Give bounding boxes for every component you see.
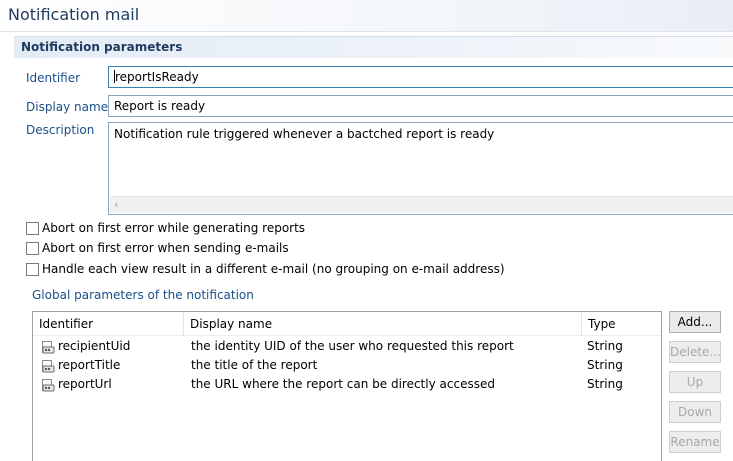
description-field[interactable]: Notification rule triggered whenever a b… xyxy=(108,122,733,215)
table-header: Identifier Display name Type xyxy=(33,312,661,336)
title-bar: Notification mail xyxy=(0,0,733,32)
display-name-label: Display name xyxy=(26,100,109,114)
param-type: String xyxy=(587,377,623,391)
table-row[interactable]: reportTitle the title of the report Stri… xyxy=(33,356,661,375)
table-row[interactable]: recipientUid the identity UID of the use… xyxy=(33,337,661,356)
identifier-field[interactable]: reportIsReady xyxy=(108,66,733,88)
add-parameter-button[interactable]: Add... xyxy=(669,311,721,333)
param-type: String xyxy=(587,339,623,353)
abort-sending-label: Abort on first error when sending e-mail… xyxy=(42,241,289,255)
description-value: Notification rule triggered whenever a b… xyxy=(114,127,495,141)
table-row[interactable]: reportUrl the URL where the report can b… xyxy=(33,375,661,394)
chevron-left-icon[interactable]: ‹ xyxy=(114,198,118,211)
column-header-display-name[interactable]: Display name xyxy=(184,312,582,336)
parameter-icon xyxy=(42,360,55,373)
abort-generating-label: Abort on first error while generating re… xyxy=(42,221,306,235)
move-up-button[interactable]: Up xyxy=(669,371,721,393)
param-display-name: the title of the report xyxy=(191,358,318,372)
column-header-identifier[interactable]: Identifier xyxy=(33,312,184,336)
param-identifier: reportUrl xyxy=(58,377,112,391)
abort-generating-checkbox[interactable] xyxy=(26,222,39,235)
param-type: String xyxy=(587,358,623,372)
move-down-button[interactable]: Down xyxy=(669,401,721,423)
delete-parameter-button[interactable]: Delete... xyxy=(669,341,721,363)
param-display-name: the identity UID of the user who request… xyxy=(191,339,514,353)
separate-email-label: Handle each view result in a different e… xyxy=(42,262,505,276)
horizontal-scrollbar[interactable]: ‹ xyxy=(110,196,733,213)
page-title: Notification mail xyxy=(8,5,140,24)
parameter-icon xyxy=(42,341,55,354)
separate-email-checkbox[interactable] xyxy=(26,263,39,276)
parameter-icon xyxy=(42,379,55,392)
global-parameters-label: Global parameters of the notification xyxy=(32,288,254,302)
description-label: Description xyxy=(26,123,95,137)
display-name-value: Report is ready xyxy=(114,99,206,113)
param-display-name: the URL where the report can be directly… xyxy=(191,377,495,391)
section-title: Notification parameters xyxy=(21,40,183,54)
identifier-value: reportIsReady xyxy=(115,70,199,84)
notification-mail-editor: Notification mail Notification parameter… xyxy=(0,0,733,461)
display-name-field[interactable]: Report is ready xyxy=(108,95,733,117)
param-identifier: recipientUid xyxy=(58,339,131,353)
parameters-table[interactable]: Identifier Display name Type recipientUi… xyxy=(32,311,662,461)
section-header[interactable]: Notification parameters xyxy=(14,36,733,58)
column-header-type[interactable]: Type xyxy=(582,312,662,336)
rename-parameter-button[interactable]: Rename xyxy=(669,431,721,453)
param-identifier: reportTitle xyxy=(58,358,121,372)
abort-sending-checkbox[interactable] xyxy=(26,242,39,255)
identifier-label: Identifier xyxy=(26,71,81,85)
